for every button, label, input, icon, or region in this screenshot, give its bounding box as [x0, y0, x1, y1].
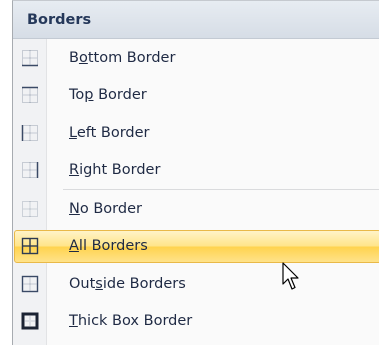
- thick-box-border-icon: [13, 312, 47, 330]
- outside-borders-icon: [13, 275, 47, 293]
- menu-item-left-border[interactable]: Left Border: [13, 114, 379, 152]
- menu-item-thick-box-border[interactable]: Thick Box Border: [13, 303, 379, 341]
- menu-item-label: Left Border: [69, 124, 150, 141]
- menu-body: Bottom Border Top Border Left Border Rig…: [13, 39, 379, 345]
- menu-item-label: All Borders: [69, 238, 148, 255]
- borders-dropdown-menu: Borders Bottom Border Top Border Left Bo…: [12, 0, 379, 345]
- menu-item-right-border[interactable]: Right Border: [13, 152, 379, 190]
- menu-item-label: Outside Borders: [69, 275, 186, 292]
- mouse-pointer-icon: [282, 262, 302, 296]
- menu-item-label: Top Border: [69, 87, 147, 104]
- bottom-border-icon: [13, 49, 47, 67]
- left-border-icon: [13, 124, 47, 142]
- menu-header: Borders: [13, 1, 379, 39]
- menu-item-no-border[interactable]: No Border: [13, 190, 379, 228]
- no-border-icon: [13, 200, 47, 218]
- top-border-icon: [13, 86, 47, 104]
- menu-item-all-borders[interactable]: All Borders: [13, 228, 379, 266]
- page: Borders Bottom Border Top Border Left Bo…: [0, 0, 379, 353]
- menu-item-label: Thick Box Border: [69, 313, 193, 330]
- menu-item-bottom-border[interactable]: Bottom Border: [13, 39, 379, 77]
- menu-item-label: No Border: [69, 200, 142, 217]
- menu-item-label: Right Border: [69, 162, 161, 179]
- bottom-strip: [0, 345, 379, 353]
- menu-item-label: Bottom Border: [69, 49, 176, 66]
- right-border-icon: [13, 161, 47, 179]
- all-borders-icon: [13, 237, 47, 255]
- menu-item-top-border[interactable]: Top Border: [13, 77, 379, 115]
- menu-item-outside-borders[interactable]: Outside Borders: [13, 265, 379, 303]
